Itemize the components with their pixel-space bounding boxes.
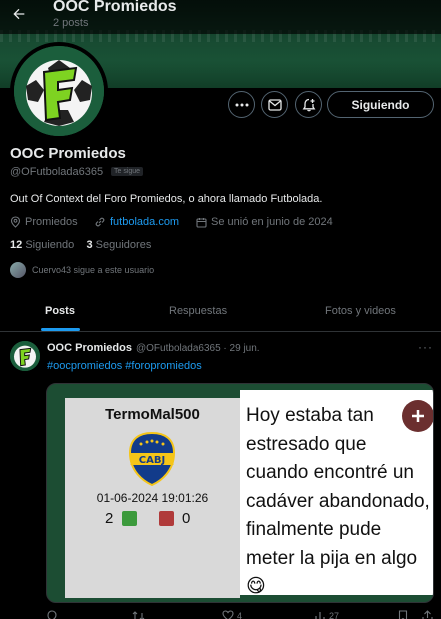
crest-text: CABJ bbox=[139, 455, 165, 466]
follows-you-badge: Te sigue bbox=[111, 167, 144, 176]
thumbs-up-icon bbox=[122, 511, 137, 526]
profile-tabs: Posts Respuestas Fotos y videos bbox=[0, 294, 441, 332]
like-count: 4 bbox=[237, 610, 243, 619]
following-link[interactable]: 12 Siguiendo bbox=[10, 239, 74, 251]
views-count: 27 bbox=[329, 611, 340, 619]
following-label: Siguiendo bbox=[25, 239, 75, 251]
plus-icon bbox=[402, 400, 433, 432]
following-button[interactable]: Siguiendo bbox=[327, 91, 434, 118]
header-posts-count: 2 posts bbox=[53, 17, 89, 29]
share-button[interactable] bbox=[422, 610, 433, 619]
tab-posts[interactable]: Posts bbox=[45, 305, 75, 317]
profile-handle: @OFutbolada6365 bbox=[10, 166, 104, 178]
followers-count: 3 bbox=[86, 239, 93, 251]
location-pin-icon bbox=[10, 216, 21, 228]
profile-avatar[interactable] bbox=[10, 42, 108, 140]
website-link[interactable]: futbolada.com bbox=[110, 216, 179, 228]
boca-crest-icon: CABJ bbox=[128, 431, 176, 487]
tweet-author-handle[interactable]: @OFutbolada6365 · 29 jun. bbox=[136, 343, 260, 354]
futbolada-logo-icon bbox=[10, 341, 40, 371]
profile-website[interactable]: futbolada.com bbox=[94, 216, 179, 228]
follow-stats: 12 Siguiendo 3 Seguidores bbox=[10, 239, 151, 251]
views-button[interactable]: 27 bbox=[314, 610, 339, 619]
tweet-author-name[interactable]: OOC Promiedos bbox=[47, 342, 132, 354]
top-bar: OOC Promiedos 2 posts bbox=[0, 0, 441, 34]
reply-icon bbox=[47, 610, 57, 619]
bookmark-button[interactable] bbox=[398, 610, 408, 619]
tweet-avatar[interactable] bbox=[10, 341, 40, 371]
back-arrow-icon[interactable] bbox=[8, 3, 30, 25]
bookmark-icon bbox=[398, 610, 408, 619]
joined-text: Se unió en junio de 2024 bbox=[211, 216, 333, 228]
more-options-button[interactable] bbox=[228, 91, 255, 118]
tab-replies[interactable]: Respuestas bbox=[169, 305, 227, 317]
notifications-button[interactable] bbox=[295, 91, 322, 118]
media-user-card: TermoMal500 CABJ 01-06-2024 19:01:26 2 0 bbox=[65, 398, 240, 598]
reply-button[interactable] bbox=[46, 610, 58, 619]
share-icon bbox=[422, 610, 433, 619]
tweet-hashtags[interactable]: #oocpromiedos #foropromiedos bbox=[47, 360, 202, 372]
media-datetime: 01-06-2024 19:01:26 bbox=[96, 491, 209, 505]
followed-by-text: Cuervo43 sigue a este usuario bbox=[32, 265, 155, 275]
tab-media[interactable]: Fotos y videos bbox=[325, 305, 396, 317]
followers-link[interactable]: 3 Seguidores bbox=[86, 239, 151, 251]
header-title: OOC Promiedos bbox=[53, 0, 177, 15]
repost-button[interactable] bbox=[132, 610, 145, 619]
views-chart-icon bbox=[315, 612, 325, 619]
media-dislikes-count: 0 bbox=[182, 510, 191, 527]
bell-plus-icon bbox=[302, 98, 315, 111]
followed-by[interactable]: Cuervo43 sigue a este usuario bbox=[10, 262, 154, 278]
following-count: 12 bbox=[10, 239, 23, 251]
profile-bio: Out Of Context del Foro Promiedos, o aho… bbox=[10, 193, 323, 205]
message-button[interactable] bbox=[261, 91, 288, 118]
tweet-media[interactable]: TermoMal500 CABJ 01-06-2024 19:01:26 2 0… bbox=[46, 383, 434, 603]
profile-joined: Se unió en junio de 2024 bbox=[196, 216, 333, 228]
heart-icon bbox=[222, 610, 234, 619]
repost-icon bbox=[132, 611, 145, 619]
media-username: TermoMal500 bbox=[105, 406, 200, 423]
active-tab-indicator bbox=[41, 328, 80, 331]
media-likes-count: 2 bbox=[105, 510, 114, 527]
like-button[interactable]: 4 bbox=[222, 610, 242, 619]
envelope-icon bbox=[267, 98, 282, 111]
tweet-actions: 4 27 bbox=[46, 610, 434, 619]
link-icon bbox=[95, 217, 105, 227]
location-text: Promiedos bbox=[25, 216, 78, 228]
calendar-icon bbox=[196, 217, 207, 228]
profile-name: OOC Promiedos bbox=[10, 145, 126, 162]
follower-avatar bbox=[10, 262, 26, 278]
media-text: Hoy estaba tan estresado que cuando enco… bbox=[246, 405, 430, 597]
thumbs-down-icon bbox=[159, 511, 174, 526]
futbolada-logo-icon bbox=[14, 46, 104, 136]
followers-label: Seguidores bbox=[95, 239, 152, 251]
profile-location: Promiedos bbox=[10, 216, 78, 228]
more-dots-icon bbox=[235, 103, 248, 106]
tweet-more-icon[interactable]: ··· bbox=[418, 340, 433, 354]
